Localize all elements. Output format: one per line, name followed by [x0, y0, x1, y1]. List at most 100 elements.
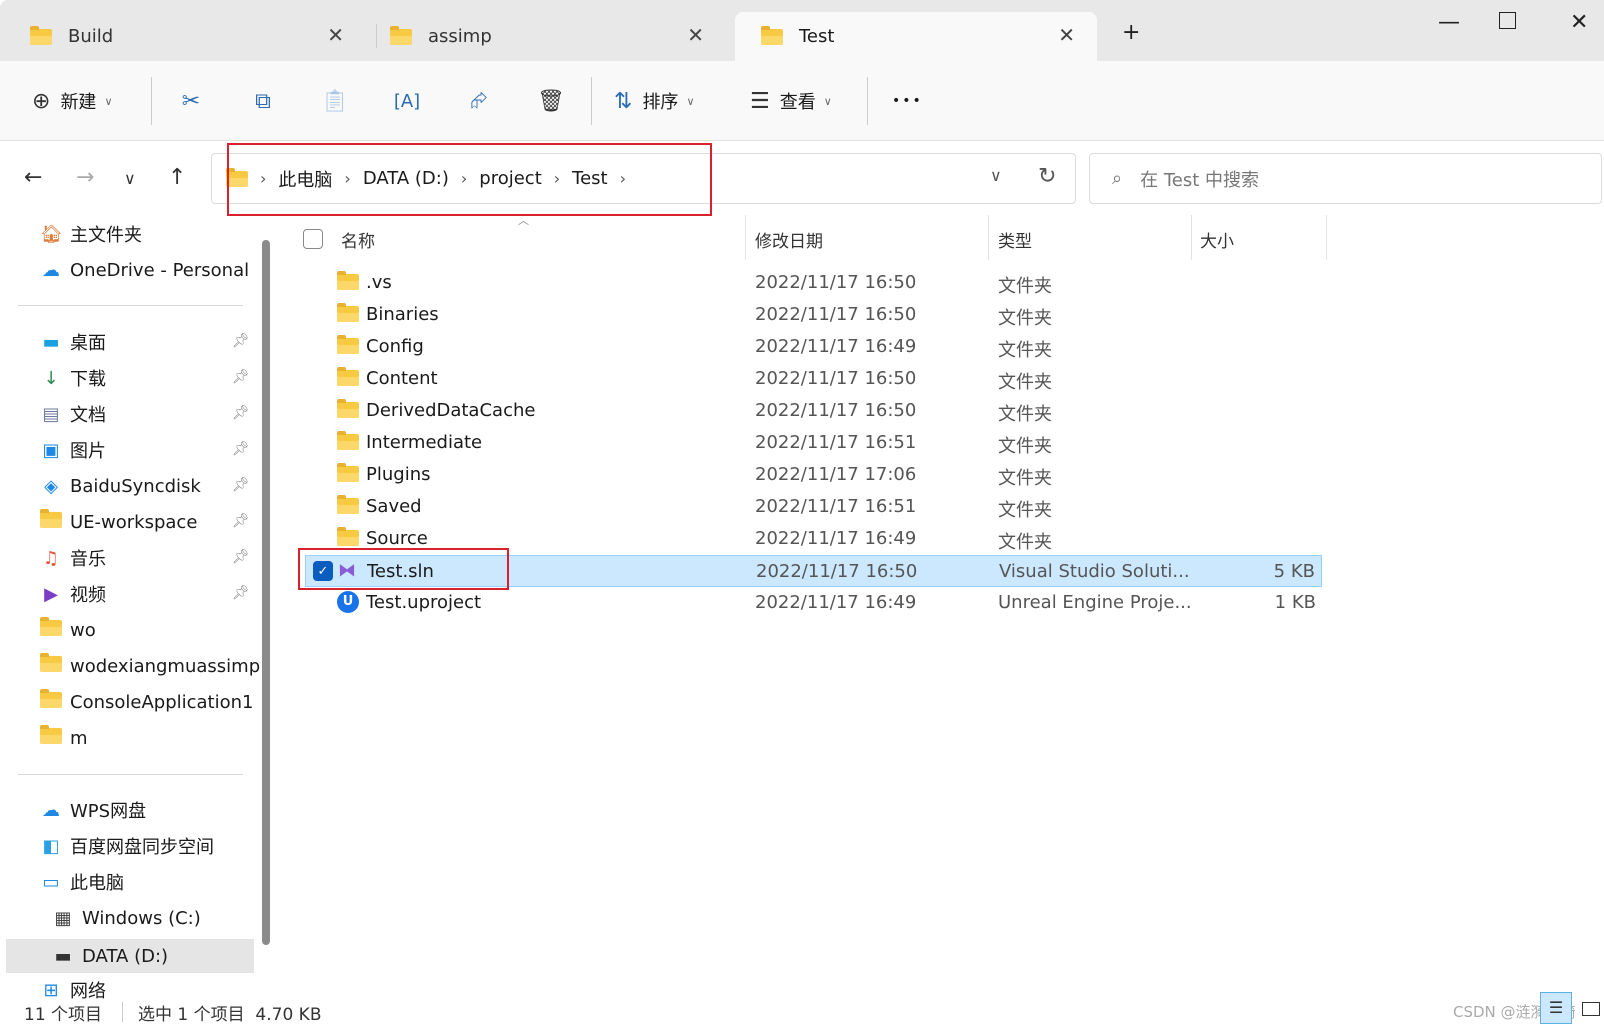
- more-button[interactable]: •••: [892, 81, 923, 121]
- sidebar-item-label: UE-workspace: [70, 511, 198, 533]
- sidebar-scrollbar[interactable]: [262, 240, 270, 945]
- file-date: 2022/11/17 16:50: [755, 368, 917, 389]
- column-header-name[interactable]: 名称: [341, 224, 375, 254]
- sidebar-item[interactable]: m: [40, 723, 88, 753]
- view-label: 查看: [779, 92, 816, 113]
- sidebar-icon: ◧: [42, 835, 60, 857]
- pin-icon[interactable]: 📌︎: [232, 369, 250, 385]
- share-icon[interactable]: ⮳: [459, 81, 499, 121]
- sidebar-item[interactable]: UE-workspace: [40, 507, 197, 537]
- file-row[interactable]: U Test.uproject 2022/11/17 16:49 Unreal E…: [305, 587, 1322, 619]
- file-date: 2022/11/17 16:51: [755, 496, 917, 517]
- maximize-button[interactable]: [1499, 12, 1516, 29]
- sidebar-item[interactable]: ConsoleApplication1: [40, 687, 253, 717]
- file-row[interactable]: Plugins 2022/11/17 17:06 文件夹: [305, 459, 1322, 491]
- file-name: Binaries: [366, 304, 439, 325]
- cut-icon[interactable]: ✂: [171, 81, 211, 121]
- sidebar-item[interactable]: ♫ 音乐: [40, 543, 106, 573]
- close-window-button[interactable]: ✕: [1570, 10, 1588, 35]
- folder-icon: [337, 335, 359, 354]
- search-input[interactable]: ⌕ 在 Test 中搜索: [1089, 153, 1602, 204]
- file-name: Intermediate: [366, 432, 483, 453]
- close-tab-icon[interactable]: ✕: [687, 23, 704, 47]
- delete-icon[interactable]: 🗑︎: [531, 81, 571, 121]
- pin-icon[interactable]: 📌︎: [232, 513, 250, 529]
- file-type: 文件夹: [998, 372, 1052, 393]
- sidebar-item[interactable]: ▭ 此电脑: [40, 867, 124, 897]
- sidebar-item[interactable]: ☁ WPS网盘: [40, 795, 146, 825]
- close-tab-icon[interactable]: ✕: [327, 23, 344, 47]
- pin-icon[interactable]: 📌︎: [232, 549, 250, 565]
- folder-icon: [337, 431, 359, 450]
- paste-icon[interactable]: 📋︎: [315, 81, 355, 121]
- sidebar-item[interactable]: 🏠︎ 主文件夹: [40, 219, 142, 249]
- forward-button[interactable]: →: [76, 165, 94, 190]
- pin-icon[interactable]: 📌︎: [232, 585, 250, 601]
- file-row[interactable]: .vs 2022/11/17 16:50 文件夹: [305, 267, 1322, 299]
- column-header-type[interactable]: 类型: [998, 224, 1032, 254]
- refresh-icon[interactable]: ↻: [1038, 164, 1056, 189]
- folder-icon: [337, 527, 359, 546]
- sidebar-item-label: 百度网盘同步空间: [70, 837, 214, 858]
- sidebar-item[interactable]: wo: [40, 615, 96, 645]
- sidebar-item[interactable]: ◧ 百度网盘同步空间: [40, 831, 214, 861]
- address-history-icon[interactable]: ∨: [990, 166, 1002, 185]
- sidebar-item[interactable]: ▬ DATA (D:): [6, 939, 254, 973]
- up-button[interactable]: ↑: [168, 165, 186, 190]
- file-row[interactable]: Content 2022/11/17 16:50 文件夹: [305, 363, 1322, 395]
- file-name: Saved: [366, 496, 422, 517]
- sidebar-item[interactable]: ↓ 下载: [40, 363, 106, 393]
- details-view-button[interactable]: ☰: [1540, 992, 1572, 1024]
- annotation-box: [227, 143, 712, 216]
- back-button[interactable]: ←: [24, 165, 42, 190]
- sidebar-item[interactable]: ▬ 桌面: [40, 327, 106, 357]
- view-list-icon: ☰: [750, 88, 770, 114]
- sidebar-item-label: 音乐: [70, 549, 106, 570]
- sidebar-item-label: BaiduSyncdisk: [70, 475, 201, 497]
- sidebar-icon: ▦: [54, 907, 72, 929]
- tab-assimp[interactable]: assimp ✕: [364, 12, 726, 61]
- file-row[interactable]: Config 2022/11/17 16:49 文件夹: [305, 331, 1322, 363]
- folder-icon: [40, 508, 62, 533]
- sidebar-item[interactable]: wodexiangmuassimp: [40, 651, 260, 681]
- pin-icon[interactable]: 📌︎: [232, 333, 250, 349]
- file-row[interactable]: DerivedDataCache 2022/11/17 16:50 文件夹: [305, 395, 1322, 427]
- tiles-view-button[interactable]: [1582, 1002, 1600, 1016]
- select-all-checkbox[interactable]: [303, 224, 323, 254]
- file-row[interactable]: Saved 2022/11/17 16:51 文件夹: [305, 491, 1322, 523]
- column-header-date[interactable]: 修改日期: [755, 224, 823, 254]
- tab-bar: Build ✕ assimp ✕ Test ✕ + — ✕: [0, 0, 1604, 61]
- rename-icon[interactable]: [A]: [387, 81, 427, 121]
- pin-icon[interactable]: 📌︎: [232, 477, 250, 493]
- minimize-button[interactable]: —: [1438, 10, 1460, 35]
- close-tab-icon[interactable]: ✕: [1058, 23, 1075, 47]
- sidebar-item[interactable]: ▶ 视频: [40, 579, 106, 609]
- new-button[interactable]: ⊕ 新建 ∨: [32, 81, 113, 121]
- column-header-size[interactable]: 大小: [1200, 224, 1234, 254]
- folder-icon: [337, 495, 359, 514]
- pin-icon[interactable]: 📌︎: [232, 441, 250, 457]
- sidebar-item[interactable]: ▣ 图片: [40, 435, 106, 465]
- selection-info: 选中 1 个项目 4.70 KB: [138, 1005, 322, 1025]
- new-tab-button[interactable]: +: [1122, 20, 1140, 45]
- recent-dropdown-icon[interactable]: ∨: [124, 169, 136, 188]
- sidebar-item[interactable]: ▤ 文档: [40, 399, 106, 429]
- copy-icon[interactable]: ⧉: [243, 81, 283, 121]
- file-row[interactable]: Intermediate 2022/11/17 16:51 文件夹: [305, 427, 1322, 459]
- view-button[interactable]: ☰ 查看 ∨: [750, 81, 832, 121]
- command-bar: ⊕ 新建 ∨ ✂ ⧉ 📋︎ [A] ⮳ 🗑︎ ⇅ 排序 ∨ ☰ 查看 ∨ •••: [0, 61, 1604, 141]
- pin-icon[interactable]: 📌︎: [232, 405, 250, 421]
- sidebar-item[interactable]: ▦ Windows (C:): [52, 903, 200, 933]
- plus-circle-icon: ⊕: [32, 88, 51, 114]
- sort-button[interactable]: ⇅ 排序 ∨: [614, 81, 695, 121]
- sidebar-item-label: wodexiangmuassimp: [70, 655, 261, 677]
- sidebar-item[interactable]: ☁ OneDrive - Personal: [40, 255, 249, 285]
- file-row[interactable]: Binaries 2022/11/17 16:50 文件夹: [305, 299, 1322, 331]
- sidebar-icon: ▶: [44, 583, 58, 605]
- sidebar-item-label: ConsoleApplication1: [70, 691, 254, 713]
- file-name: Source: [366, 528, 428, 549]
- unreal-engine-icon: U: [337, 591, 359, 613]
- tab-build[interactable]: Build ✕: [4, 12, 366, 61]
- sidebar-item[interactable]: ◈ BaiduSyncdisk: [40, 471, 201, 501]
- tab-test[interactable]: Test ✕: [735, 12, 1097, 61]
